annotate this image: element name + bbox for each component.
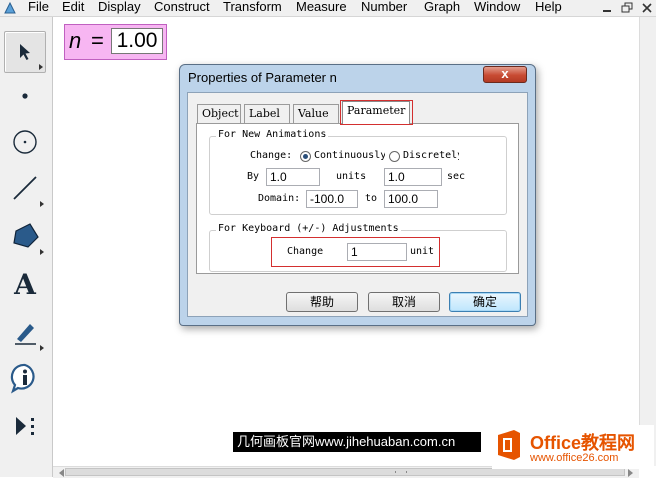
information-icon [10, 363, 35, 394]
dialog-body: Object Label Value Parameter For New Ani… [187, 92, 528, 317]
help-button[interactable]: 帮助 [286, 292, 358, 312]
play-custom-icon [16, 417, 34, 435]
menu-file[interactable]: File [28, 0, 49, 15]
office-url: www.office26.com [530, 452, 619, 464]
dialog-close-button[interactable]: x [483, 66, 527, 83]
cancel-button[interactable]: 取消 [368, 292, 440, 312]
scroll-left-icon[interactable] [59, 469, 64, 477]
polygon-tool[interactable] [4, 215, 46, 257]
scroll-grip-icon [395, 471, 407, 473]
units-label: units [336, 171, 367, 182]
radio-discretely[interactable] [389, 151, 400, 162]
domain-min-input[interactable]: -100.0 [306, 190, 358, 208]
parameter-name: n [69, 28, 82, 53]
text-icon: A [14, 267, 36, 301]
radio-discretely-label[interactable]: Discretely [403, 150, 459, 161]
menu-edit[interactable]: Edit [62, 0, 84, 15]
menu-display[interactable]: Display [98, 0, 141, 15]
close-window-icon[interactable] [640, 1, 654, 15]
straightedge-icon [13, 176, 37, 200]
keyboard-group-title: For Keyboard (+/-) Adjustments [216, 223, 401, 234]
scroll-thumb[interactable] [65, 468, 625, 476]
marker-tool[interactable] [4, 311, 46, 353]
menu-window[interactable]: Window [474, 0, 520, 15]
radio-continuously[interactable] [300, 151, 311, 162]
tab-label[interactable]: Label [244, 104, 290, 123]
tab-object[interactable]: Object [197, 104, 241, 123]
dialog-title: Properties of Parameter n [188, 70, 337, 85]
domain-max-input[interactable]: 100.0 [384, 190, 438, 208]
straightedge-tool[interactable] [4, 167, 46, 209]
app-icon [4, 1, 16, 14]
information-tool[interactable] [4, 357, 46, 399]
compass-tool[interactable] [4, 121, 46, 163]
watermark-jihehuaban: 几何画板官网www.jihehuaban.com.cn [233, 432, 481, 452]
minimize-icon[interactable] [600, 1, 614, 15]
menu-transform[interactable]: Transform [223, 0, 282, 15]
domain-label: Domain: [258, 193, 301, 204]
restore-icon[interactable] [620, 1, 634, 15]
animations-group-title: For New Animations [216, 129, 329, 140]
more-indicator-icon [40, 201, 44, 207]
parameter-n-display[interactable]: n = 1.00 [64, 24, 167, 60]
parameter-panel: For New Animations Change: Continuously … [196, 123, 519, 274]
properties-dialog: Properties of Parameter n x Object Label… [179, 64, 536, 326]
point-icon [22, 93, 28, 99]
parameter-equals: = [91, 28, 104, 53]
menubar: File Edit Display Construct Transform Me… [0, 0, 656, 17]
menu-help[interactable]: Help [535, 0, 562, 15]
more-indicator-icon [39, 64, 43, 70]
arrow-tool[interactable] [4, 31, 46, 73]
text-tool[interactable]: A [4, 263, 46, 305]
animations-group: For New Animations Change: Continuously … [209, 129, 507, 215]
menu-number[interactable]: Number [361, 0, 407, 15]
tab-parameter-highlight [340, 100, 413, 125]
arrow-icon [20, 44, 30, 60]
more-indicator-icon [40, 345, 44, 351]
tab-value[interactable]: Value [293, 104, 339, 123]
by-input[interactable]: 1.0 [266, 168, 320, 186]
more-indicator-icon [40, 249, 44, 255]
parameter-value[interactable]: 1.00 [111, 28, 163, 54]
sec-label: sec [447, 171, 466, 182]
menu-measure[interactable]: Measure [296, 0, 347, 15]
keyboard-group: For Keyboard (+/-) Adjustments Change 1 … [209, 223, 507, 272]
scroll-right-icon[interactable] [628, 469, 633, 477]
watermark-url-text: www.jihehuaban.com.cn [315, 434, 456, 449]
custom-tool[interactable] [4, 405, 46, 447]
toolbox: A [0, 17, 53, 477]
sec-input[interactable]: 1.0 [384, 168, 442, 186]
keyboard-change-highlight [271, 237, 440, 267]
point-tool[interactable] [4, 75, 46, 117]
office-logo-icon [498, 430, 520, 460]
compass-icon [13, 130, 37, 154]
polygon-icon [13, 223, 39, 248]
by-label: By [247, 171, 260, 182]
menu-construct[interactable]: Construct [154, 0, 210, 15]
menu-graph[interactable]: Graph [424, 0, 460, 15]
radio-continuously-label[interactable]: Continuously [314, 150, 385, 161]
to-label: to [365, 193, 378, 204]
anim-change-label: Change: [250, 150, 293, 161]
marker-icon [15, 324, 36, 345]
vertical-scrollbar[interactable] [639, 17, 656, 466]
watermark-cn-text: 几何画板官网 [237, 434, 316, 449]
watermark-office26: Office教程网 www.office26.com [492, 425, 654, 469]
ok-button[interactable]: 确定 [449, 292, 521, 312]
